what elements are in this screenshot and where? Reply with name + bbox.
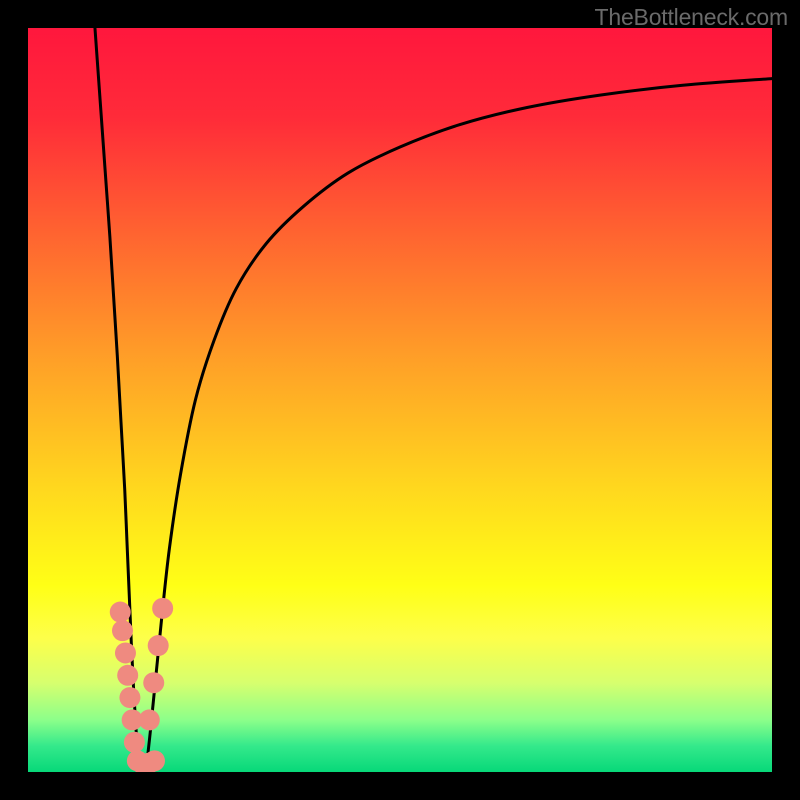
marker-dot — [139, 709, 160, 730]
marker-dot — [152, 598, 173, 619]
marker-dot — [144, 750, 165, 771]
marker-dot — [110, 602, 131, 623]
marker-dot — [119, 687, 140, 708]
marker-group — [110, 598, 173, 772]
plot-area — [28, 28, 772, 772]
curve-right — [146, 79, 772, 769]
marker-dot — [115, 642, 136, 663]
marker-dot — [143, 672, 164, 693]
curves-layer — [28, 28, 772, 772]
marker-dot — [117, 665, 138, 686]
marker-dot — [112, 620, 133, 641]
marker-dot — [124, 732, 145, 753]
chart-frame: TheBottleneck.com — [0, 0, 800, 800]
watermark-text: TheBottleneck.com — [595, 4, 788, 31]
marker-dot — [148, 635, 169, 656]
